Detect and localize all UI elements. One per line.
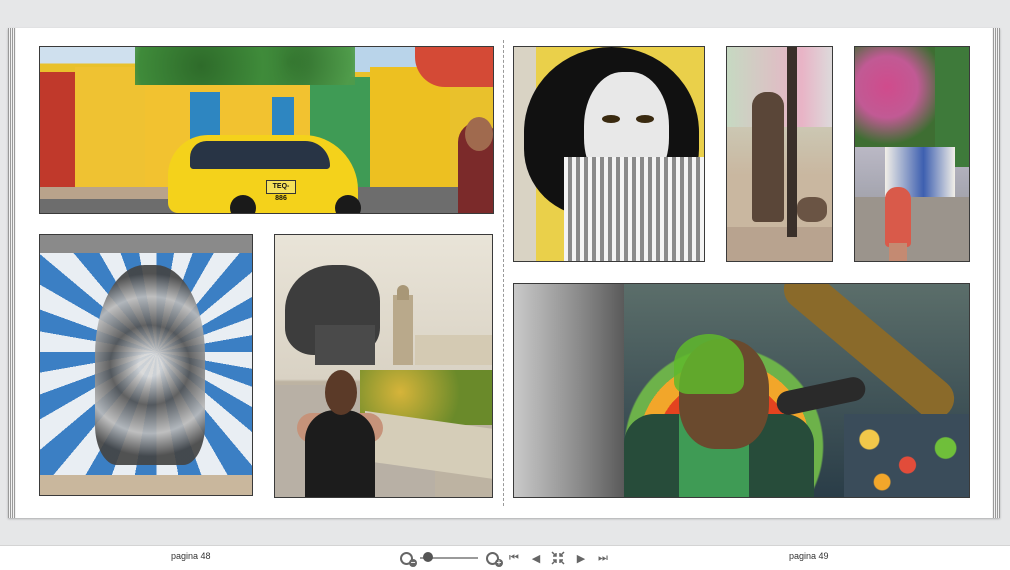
- photo-pink-tree-street: [854, 46, 970, 262]
- zoom-out-icon[interactable]: −: [396, 548, 417, 568]
- book-page-edge-right: [992, 28, 1000, 518]
- zoom-slider-handle[interactable]: [423, 552, 433, 562]
- first-page-icon[interactable]: ⏮: [507, 548, 521, 568]
- viewer-toolbar: pagina 48 − + ⏮ ◀ ▶ ⏭ pagina 49: [0, 545, 1010, 570]
- photo-face-mural: [513, 46, 705, 262]
- photobook-spread: TEQ-886: [8, 28, 1000, 518]
- photo-yellow-street-taxi: TEQ-886: [39, 46, 494, 214]
- book-spine: [503, 40, 504, 506]
- right-page-label: pagina 49: [789, 551, 829, 561]
- zoom-in-icon[interactable]: +: [482, 548, 503, 568]
- next-page-icon[interactable]: ▶: [574, 548, 588, 568]
- photo-bronze-statue: [726, 46, 833, 262]
- photo-blue-mural: [39, 234, 253, 496]
- book-page-edge-left: [8, 28, 16, 518]
- photo-statue-and-tower: [274, 234, 493, 498]
- last-page-icon[interactable]: ⏭: [596, 548, 610, 568]
- photo-singer-mural: [513, 283, 970, 498]
- prev-page-icon[interactable]: ◀: [529, 548, 543, 568]
- fit-screen-icon[interactable]: [551, 548, 565, 568]
- taxi-license-plate: TEQ-886: [266, 180, 296, 202]
- left-page-label: pagina 48: [171, 551, 211, 561]
